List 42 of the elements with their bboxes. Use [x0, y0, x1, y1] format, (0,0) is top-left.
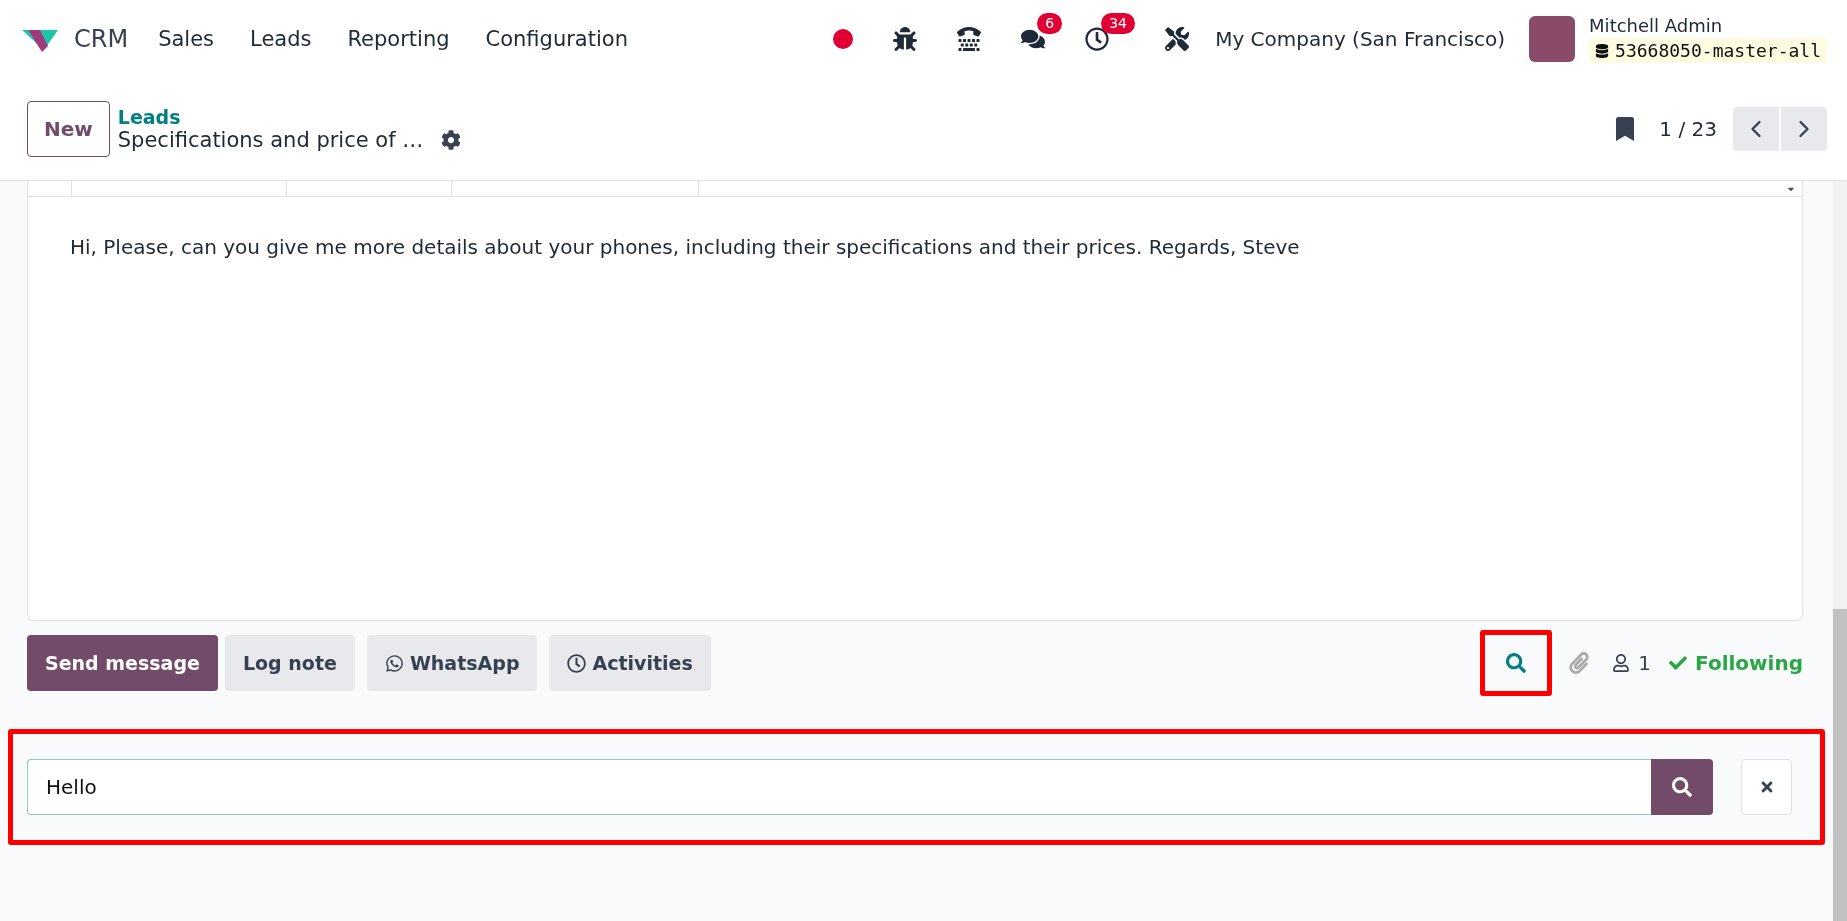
check-icon — [1669, 654, 1688, 672]
close-button[interactable] — [1741, 759, 1792, 815]
paperclip-icon[interactable] — [1568, 652, 1591, 674]
record-title: Specifications and price of … — [117, 128, 424, 152]
settings-icon[interactable] — [441, 130, 462, 150]
email-body: Hi, Please, can you give me more details about your phones, including their specifications and their prices. Regards, Steve — [70, 235, 1301, 259]
menu-item[interactable]: Configuration — [485, 27, 628, 51]
followers-button[interactable]: 1 — [1606, 650, 1658, 676]
previous-button[interactable] — [1733, 107, 1779, 151]
search-button[interactable] — [1651, 759, 1713, 815]
menu-item[interactable]: Leads — [250, 27, 312, 51]
chatter-button[interactable]: Activities — [549, 635, 711, 691]
message-count: 6 — [1037, 13, 1063, 35]
pager-value: 1 / 23 — [1659, 117, 1717, 141]
database-icon — [1595, 43, 1610, 58]
user-name: Mitchell Admin — [1589, 15, 1724, 36]
search-icon — [1506, 653, 1527, 673]
menu-item[interactable]: Sales — [158, 27, 215, 51]
new-button[interactable]: New — [27, 101, 110, 157]
clock-icon[interactable] — [1085, 27, 1110, 51]
send-message-button[interactable]: Send message — [27, 635, 218, 691]
chat-icon[interactable] — [1021, 27, 1046, 51]
phone-icon[interactable] — [957, 27, 982, 51]
search-icon — [1672, 777, 1692, 797]
app-name[interactable]: CRM — [74, 25, 129, 53]
breadcrumb-link[interactable]: Leads — [117, 106, 462, 128]
activity-count: 34 — [1101, 13, 1135, 35]
chatter-button[interactable]: WhatsApp — [366, 635, 538, 691]
search-field[interactable]: Hello — [27, 759, 1651, 815]
database-label: 53668050-master-all — [1615, 40, 1821, 61]
bug-icon[interactable] — [893, 27, 918, 51]
recording-dot-icon[interactable] — [833, 29, 854, 49]
chatter-button[interactable]: Log note — [224, 635, 355, 691]
menu-item[interactable]: Reporting — [347, 27, 450, 51]
scrollbar-thumb[interactable] — [1833, 609, 1847, 921]
whatsapp-icon — [384, 653, 404, 673]
user-avatar[interactable] — [1529, 16, 1576, 62]
clock-icon — [567, 653, 587, 673]
user-icon — [1612, 654, 1631, 672]
tools-icon[interactable] — [1165, 27, 1190, 51]
company-switcher[interactable]: My Company (San Francisco) — [1215, 27, 1506, 51]
next-button[interactable] — [1781, 107, 1827, 151]
